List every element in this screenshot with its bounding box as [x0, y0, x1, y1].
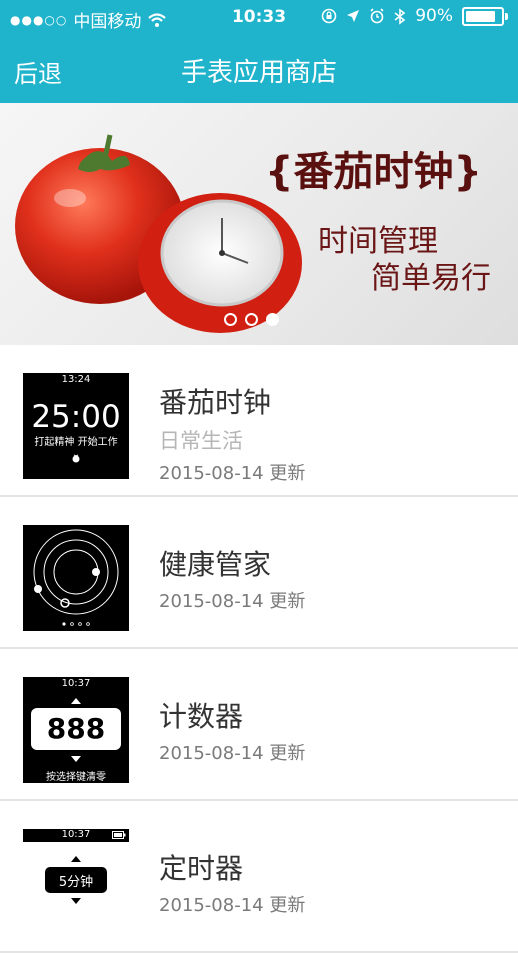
list-item[interactable]: 健康管家 2015-08-14 更新	[0, 497, 518, 649]
alarm-clock-icon	[370, 8, 384, 24]
promo-banner[interactable]: {番茄时钟} 时间管理 简单易行	[0, 103, 518, 345]
down-arrow-icon	[71, 898, 81, 904]
app-info: 定时器 2015-08-14 更新	[159, 847, 305, 917]
tomato-icon	[72, 454, 80, 463]
app-info: 健康管家 2015-08-14 更新	[159, 543, 305, 613]
list-item[interactable]: 10:37 5分钟 定时器 2015-08-14 更新	[0, 801, 518, 953]
bluetooth-icon	[394, 7, 406, 25]
carousel-dot[interactable]	[245, 313, 258, 326]
app-thumbnail	[23, 525, 129, 631]
watch-subtitle: 按选择键清零	[46, 772, 106, 783]
timer-value: 5分钟	[58, 875, 94, 890]
page-title: 手表应用商店	[180, 58, 337, 88]
app-thumbnail: 13:24 25:00 打起精神 开始工作	[23, 373, 129, 479]
app-update-date: 2015-08-14 更新	[159, 463, 306, 484]
watch-time: 13:24	[61, 374, 91, 385]
watch-timer-display: 25:00	[31, 399, 121, 435]
app-name: 番茄时钟	[159, 386, 272, 419]
battery-fill	[466, 10, 495, 22]
app-name: 定时器	[159, 852, 244, 885]
orbit-rings-icon	[33, 529, 119, 626]
app-list: 13:24 25:00 打起精神 开始工作 番茄时钟 日常生活 2015-08-…	[0, 345, 518, 953]
app-info: 番茄时钟 日常生活 2015-08-14 更新	[159, 381, 305, 485]
status-right: 90%	[321, 6, 508, 26]
app-info: 计数器 2015-08-14 更新	[159, 695, 305, 765]
battery-icon	[462, 6, 504, 26]
battery-percent: 90%	[415, 6, 453, 26]
watch-subtitle: 打起精神 开始工作	[34, 437, 118, 448]
navigation-bar: 后退 手表应用商店	[0, 34, 518, 103]
status-bar: ●●●○○ 中国移动 10:33 90%	[0, 0, 518, 34]
counter-value: 888	[46, 712, 106, 745]
watch-status-bar: 10:37	[23, 829, 129, 842]
header: ●●●○○ 中国移动 10:33 90% 后退 手表应用商店	[0, 0, 518, 103]
up-arrow-icon	[71, 856, 81, 862]
carousel-dot-active[interactable]	[266, 313, 279, 326]
app-thumbnail: 10:37 5分钟	[23, 829, 129, 935]
app-update-date: 2015-08-14 更新	[159, 591, 306, 612]
app-name: 健康管家	[159, 548, 272, 581]
list-item[interactable]: 13:24 25:00 打起精神 开始工作 番茄时钟 日常生活 2015-08-…	[0, 345, 518, 497]
app-category: 日常生活	[159, 429, 243, 453]
app-update-date: 2015-08-14 更新	[159, 895, 306, 916]
carousel-indicator[interactable]	[224, 313, 279, 326]
counter-display: 888	[31, 708, 121, 750]
list-item[interactable]: 10:37 888 按选择键清零 计数器 2015-08-14 更新	[0, 649, 518, 801]
rotation-lock-icon	[321, 8, 337, 24]
banner-title: {番茄时钟}	[265, 149, 482, 195]
timer-display: 5分钟	[45, 867, 107, 893]
battery-tip	[505, 12, 508, 20]
down-arrow-icon	[71, 756, 81, 762]
location-arrow-icon	[347, 10, 360, 22]
carousel-dot[interactable]	[224, 313, 237, 326]
app-name: 计数器	[159, 700, 244, 733]
app-thumbnail: 10:37 888 按选择键清零	[23, 677, 129, 783]
watch-battery-icon	[112, 831, 126, 839]
app-update-date: 2015-08-14 更新	[159, 743, 306, 764]
up-arrow-icon	[71, 698, 81, 704]
watch-time: 10:37	[61, 678, 91, 689]
banner-tagline-2: 简单易行	[371, 261, 491, 296]
